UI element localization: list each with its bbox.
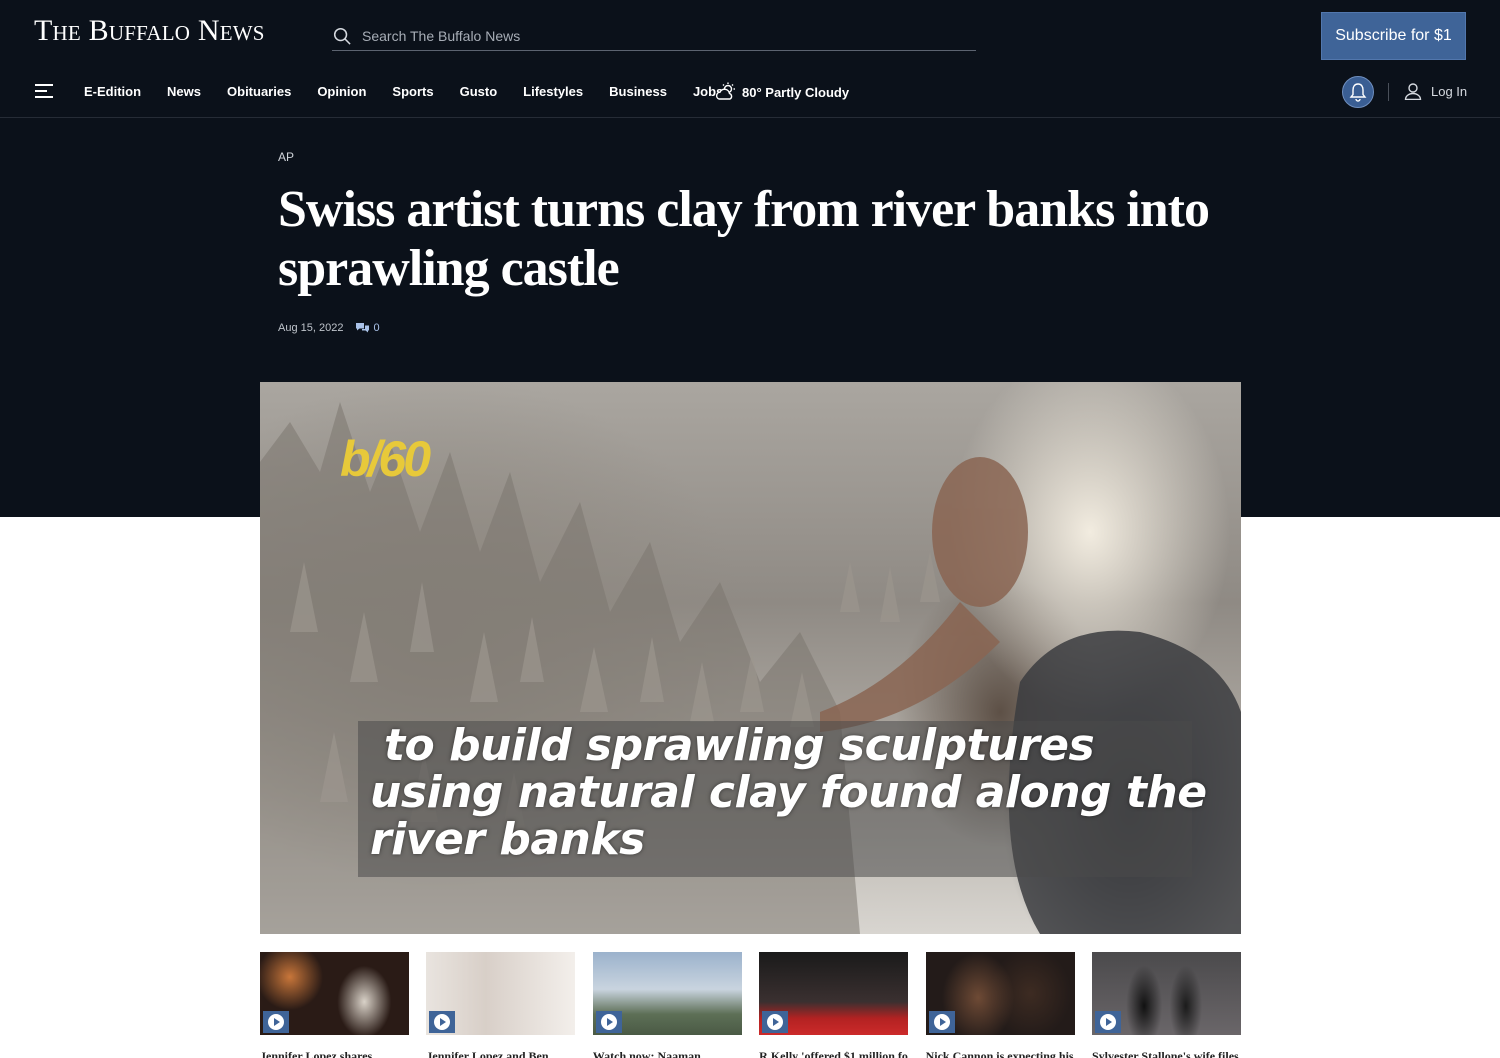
nav-divider (1388, 83, 1389, 101)
video-thumbnail[interactable] (260, 952, 409, 1035)
play-icon[interactable] (263, 1011, 289, 1033)
weather-widget[interactable]: 80° Partly Cloudy (716, 82, 849, 102)
notifications-button[interactable] (1342, 76, 1374, 108)
nav-item-business[interactable]: Business (609, 84, 667, 99)
comments-icon (356, 323, 370, 333)
nav-item-lifestyles[interactable]: Lifestyles (523, 84, 583, 99)
weather-text: 80° Partly Cloudy (742, 84, 850, 100)
video-caption-line-1: to build sprawling sculptures (384, 720, 1095, 771)
article-meta: Aug 15, 2022 0 (278, 322, 380, 334)
site-logo[interactable]: The Buffalo News (34, 14, 265, 48)
article-date: Aug 15, 2022 (278, 322, 344, 334)
login-label: Log In (1431, 83, 1468, 99)
play-icon[interactable] (595, 1011, 622, 1033)
nav-item-gusto[interactable]: Gusto (460, 84, 498, 99)
related-video-item[interactable]: Watch now: Naaman (592, 952, 742, 1058)
play-icon[interactable] (429, 1011, 456, 1033)
play-icon[interactable] (1094, 1011, 1121, 1033)
related-video-title[interactable]: Jennifer Lopez shares (260, 1049, 409, 1058)
video-thumbnail[interactable] (426, 952, 576, 1035)
partly-cloudy-icon (716, 82, 735, 100)
video-brand-logo: b/60 (340, 430, 431, 488)
nav-item-opinion[interactable]: Opinion (317, 84, 366, 99)
video-caption: to build sprawling sculptures using natu… (370, 722, 1210, 863)
comment-count: 0 (373, 322, 380, 334)
related-videos: Jennifer Lopez shares Jennifer Lopez and… (260, 952, 1241, 1058)
user-icon (1404, 83, 1422, 100)
nav-links: E-Edition News Obituaries Opinion Sports… (84, 84, 749, 99)
search-input[interactable] (362, 28, 922, 44)
play-icon[interactable] (762, 1011, 789, 1033)
nav-item-news[interactable]: News (167, 84, 201, 99)
related-video-item[interactable]: Jennifer Lopez and Ben (426, 952, 576, 1058)
site-logo-text: The Buffalo News (34, 14, 265, 47)
video-thumbnail[interactable] (759, 952, 909, 1035)
main-nav: E-Edition News Obituaries Opinion Sports… (0, 70, 1500, 118)
article-headline: Swiss artist turns clay from river banks… (278, 181, 1210, 297)
video-thumbnail[interactable] (592, 952, 742, 1035)
related-video-title[interactable]: Sylvester Stallone's wife files (1092, 1049, 1241, 1058)
related-video-item[interactable]: Sylvester Stallone's wife files (1091, 952, 1241, 1058)
search-icon[interactable] (333, 27, 352, 46)
video-thumbnail[interactable] (1091, 952, 1241, 1035)
login-button[interactable]: Log In (1404, 82, 1467, 100)
hamburger-menu-icon[interactable] (35, 84, 53, 98)
article-source[interactable]: AP (278, 150, 294, 164)
related-video-item[interactable]: Jennifer Lopez shares (260, 952, 409, 1058)
bell-icon (1349, 83, 1367, 102)
related-video-title[interactable]: Watch now: Naaman (593, 1049, 742, 1058)
video-caption-line-3: river banks (370, 814, 645, 865)
subscribe-button[interactable]: Subscribe for $1 (1321, 12, 1466, 60)
related-video-item[interactable]: R Kelly 'offered $1 million for (759, 952, 909, 1058)
search-bar[interactable] (332, 22, 976, 51)
related-video-title[interactable]: R Kelly 'offered $1 million for (759, 1049, 908, 1058)
video-thumbnail[interactable] (925, 952, 1075, 1035)
play-icon[interactable] (928, 1011, 955, 1033)
video-brand-text: b/60 (340, 431, 431, 487)
comments-link[interactable]: 0 (355, 322, 380, 334)
related-video-title[interactable]: Jennifer Lopez and Ben (426, 1049, 575, 1058)
nav-item-e-edition[interactable]: E-Edition (84, 84, 141, 99)
video-player[interactable]: b/60 to build sprawling sculptures using… (260, 382, 1241, 934)
related-video-item[interactable]: Nick Cannon is expecting his (925, 952, 1075, 1058)
video-caption-line-2: using natural clay found along the (370, 767, 1207, 818)
nav-item-obituaries[interactable]: Obituaries (227, 84, 291, 99)
related-video-title[interactable]: Nick Cannon is expecting his (926, 1049, 1075, 1058)
nav-item-sports[interactable]: Sports (392, 84, 433, 99)
